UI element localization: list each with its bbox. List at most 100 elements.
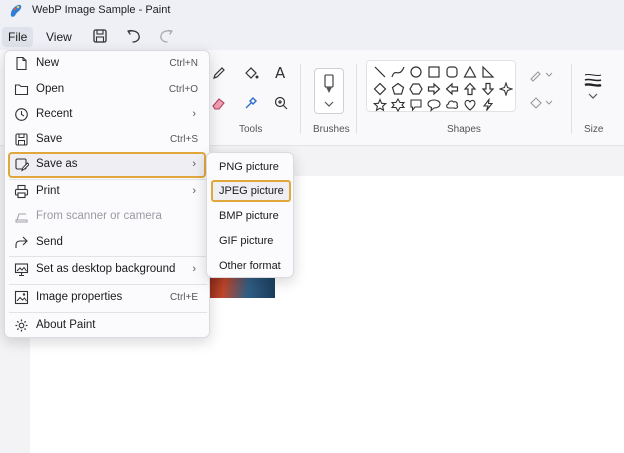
save-as-icon bbox=[15, 158, 29, 172]
five-point-star-shape-icon[interactable] bbox=[373, 98, 387, 112]
menu-item-new[interactable]: New Ctrl+N bbox=[8, 51, 206, 77]
menu-item-label: Open bbox=[36, 83, 65, 95]
rectangle-shape-icon[interactable] bbox=[427, 65, 441, 79]
oval-callout-shape-icon[interactable] bbox=[427, 98, 441, 112]
undo-icon[interactable] bbox=[125, 27, 143, 45]
file-menu-tab[interactable]: File bbox=[2, 27, 34, 47]
scanner-icon bbox=[15, 213, 28, 223]
clock-icon bbox=[15, 108, 28, 121]
pentagon-shape-icon[interactable] bbox=[391, 82, 405, 96]
line-shape-icon[interactable] bbox=[373, 65, 387, 79]
ribbon-divider bbox=[571, 64, 572, 134]
menu-item-shortcut: Ctrl+O bbox=[168, 84, 198, 95]
outline-dropdown-icon[interactable] bbox=[528, 66, 554, 84]
submenu-item-bmp[interactable]: BMP picture bbox=[211, 205, 291, 227]
folder-icon bbox=[14, 84, 29, 96]
window-title: WebP Image Sample - Paint bbox=[32, 4, 171, 16]
menu-item-save[interactable]: Save Ctrl+S bbox=[8, 127, 206, 153]
menu-item-label: Save as bbox=[36, 158, 78, 170]
save-icon[interactable] bbox=[91, 27, 109, 45]
chevron-right-icon: › bbox=[192, 158, 196, 170]
save-as-submenu: PNG picture JPEG picture BMP picture GIF… bbox=[206, 152, 294, 278]
brushes-button[interactable] bbox=[314, 68, 344, 114]
menu-item-label: New bbox=[36, 57, 60, 69]
eraser-icon[interactable] bbox=[210, 94, 228, 112]
rectangular-callout-shape-icon[interactable] bbox=[409, 98, 423, 112]
submenu-item-jpeg[interactable]: JPEG picture bbox=[211, 180, 291, 202]
fill-dropdown-icon[interactable] bbox=[528, 94, 554, 112]
oval-shape-icon[interactable] bbox=[409, 65, 423, 79]
menu-item-label: Set as desktop background bbox=[36, 263, 176, 275]
brushes-group-label: Brushes bbox=[313, 124, 350, 135]
new-file-icon bbox=[16, 56, 27, 71]
right-arrow-shape-icon[interactable] bbox=[427, 82, 441, 96]
rounded-rectangle-shape-icon[interactable] bbox=[445, 65, 459, 79]
up-arrow-shape-icon[interactable] bbox=[463, 82, 477, 96]
svg-text:A: A bbox=[275, 64, 286, 81]
gear-icon bbox=[15, 319, 28, 332]
tools-group-label: Tools bbox=[239, 124, 263, 135]
hexagon-shape-icon[interactable] bbox=[409, 82, 423, 96]
diamond-shape-icon[interactable] bbox=[373, 82, 387, 96]
ribbon-divider bbox=[300, 64, 301, 134]
menu-item-image-properties[interactable]: Image properties Ctrl+E bbox=[8, 285, 206, 311]
view-menu-tab[interactable]: View bbox=[40, 27, 78, 47]
four-point-star-shape-icon[interactable] bbox=[499, 82, 513, 96]
chevron-right-icon: › bbox=[192, 263, 196, 275]
menu-item-label: From scanner or camera bbox=[36, 210, 162, 222]
right-triangle-shape-icon[interactable] bbox=[481, 65, 495, 79]
chevron-down-icon bbox=[324, 101, 334, 107]
left-arrow-shape-icon[interactable] bbox=[445, 82, 459, 96]
curve-shape-icon[interactable] bbox=[391, 65, 405, 79]
chevron-right-icon: › bbox=[192, 108, 196, 120]
line-size-icon[interactable] bbox=[583, 72, 603, 102]
triangle-shape-icon[interactable] bbox=[463, 65, 477, 79]
paint-app-icon bbox=[10, 4, 22, 17]
menu-item-label: Recent bbox=[36, 108, 73, 120]
redo-icon[interactable] bbox=[157, 27, 175, 45]
menu-item-recent[interactable]: Recent › bbox=[8, 102, 206, 128]
cloud-callout-shape-icon[interactable] bbox=[445, 98, 459, 112]
image-content bbox=[208, 276, 275, 298]
down-arrow-shape-icon[interactable] bbox=[481, 82, 495, 96]
size-group-label: Size bbox=[584, 124, 604, 135]
save-icon bbox=[15, 133, 28, 146]
menu-item-label: Send bbox=[36, 236, 63, 248]
menu-item-send[interactable]: Send bbox=[8, 230, 206, 256]
submenu-item-label: Other format bbox=[219, 260, 281, 272]
submenu-item-png[interactable]: PNG picture bbox=[211, 156, 291, 178]
menu-item-label: About Paint bbox=[36, 319, 96, 331]
ribbon-divider bbox=[356, 64, 357, 134]
image-properties-icon bbox=[14, 290, 29, 305]
brush-icon bbox=[324, 74, 334, 93]
submenu-item-other-format[interactable]: Other format bbox=[211, 255, 291, 277]
lightning-shape-icon[interactable] bbox=[481, 98, 495, 112]
submenu-item-gif[interactable]: GIF picture bbox=[211, 230, 291, 252]
magnifier-icon[interactable] bbox=[272, 94, 290, 112]
menu-item-label: Image properties bbox=[36, 291, 123, 303]
menu-item-set-desktop-background[interactable]: Set as desktop background › bbox=[8, 257, 206, 283]
printer-icon bbox=[14, 184, 29, 199]
send-icon bbox=[15, 236, 28, 248]
file-menu: New Ctrl+N Open Ctrl+O Recent › Save Ctr… bbox=[4, 50, 210, 338]
menu-item-label: Save bbox=[36, 133, 63, 145]
menu-item-shortcut: Ctrl+S bbox=[169, 134, 198, 145]
menu-item-print[interactable]: Print › bbox=[8, 179, 206, 205]
submenu-item-label: BMP picture bbox=[219, 210, 279, 222]
pencil-icon[interactable] bbox=[210, 64, 228, 82]
menu-item-shortcut: Ctrl+E bbox=[169, 292, 198, 303]
shapes-group-label: Shapes bbox=[447, 124, 481, 135]
menu-item-save-as[interactable]: Save as › bbox=[8, 152, 206, 178]
menu-item-about-paint[interactable]: About Paint bbox=[8, 313, 206, 339]
six-point-star-shape-icon[interactable] bbox=[391, 98, 405, 112]
heart-shape-icon[interactable] bbox=[463, 98, 477, 112]
submenu-item-label: GIF picture bbox=[219, 235, 274, 247]
menu-item-from-scanner: From scanner or camera bbox=[8, 204, 206, 230]
text-icon[interactable]: A bbox=[272, 63, 290, 81]
menu-item-label: Print bbox=[36, 185, 60, 197]
shapes-gallery bbox=[366, 60, 516, 112]
submenu-item-label: PNG picture bbox=[219, 161, 279, 173]
color-picker-icon[interactable] bbox=[242, 94, 260, 112]
menu-item-open[interactable]: Open Ctrl+O bbox=[8, 77, 206, 103]
fill-bucket-icon[interactable] bbox=[242, 64, 260, 82]
